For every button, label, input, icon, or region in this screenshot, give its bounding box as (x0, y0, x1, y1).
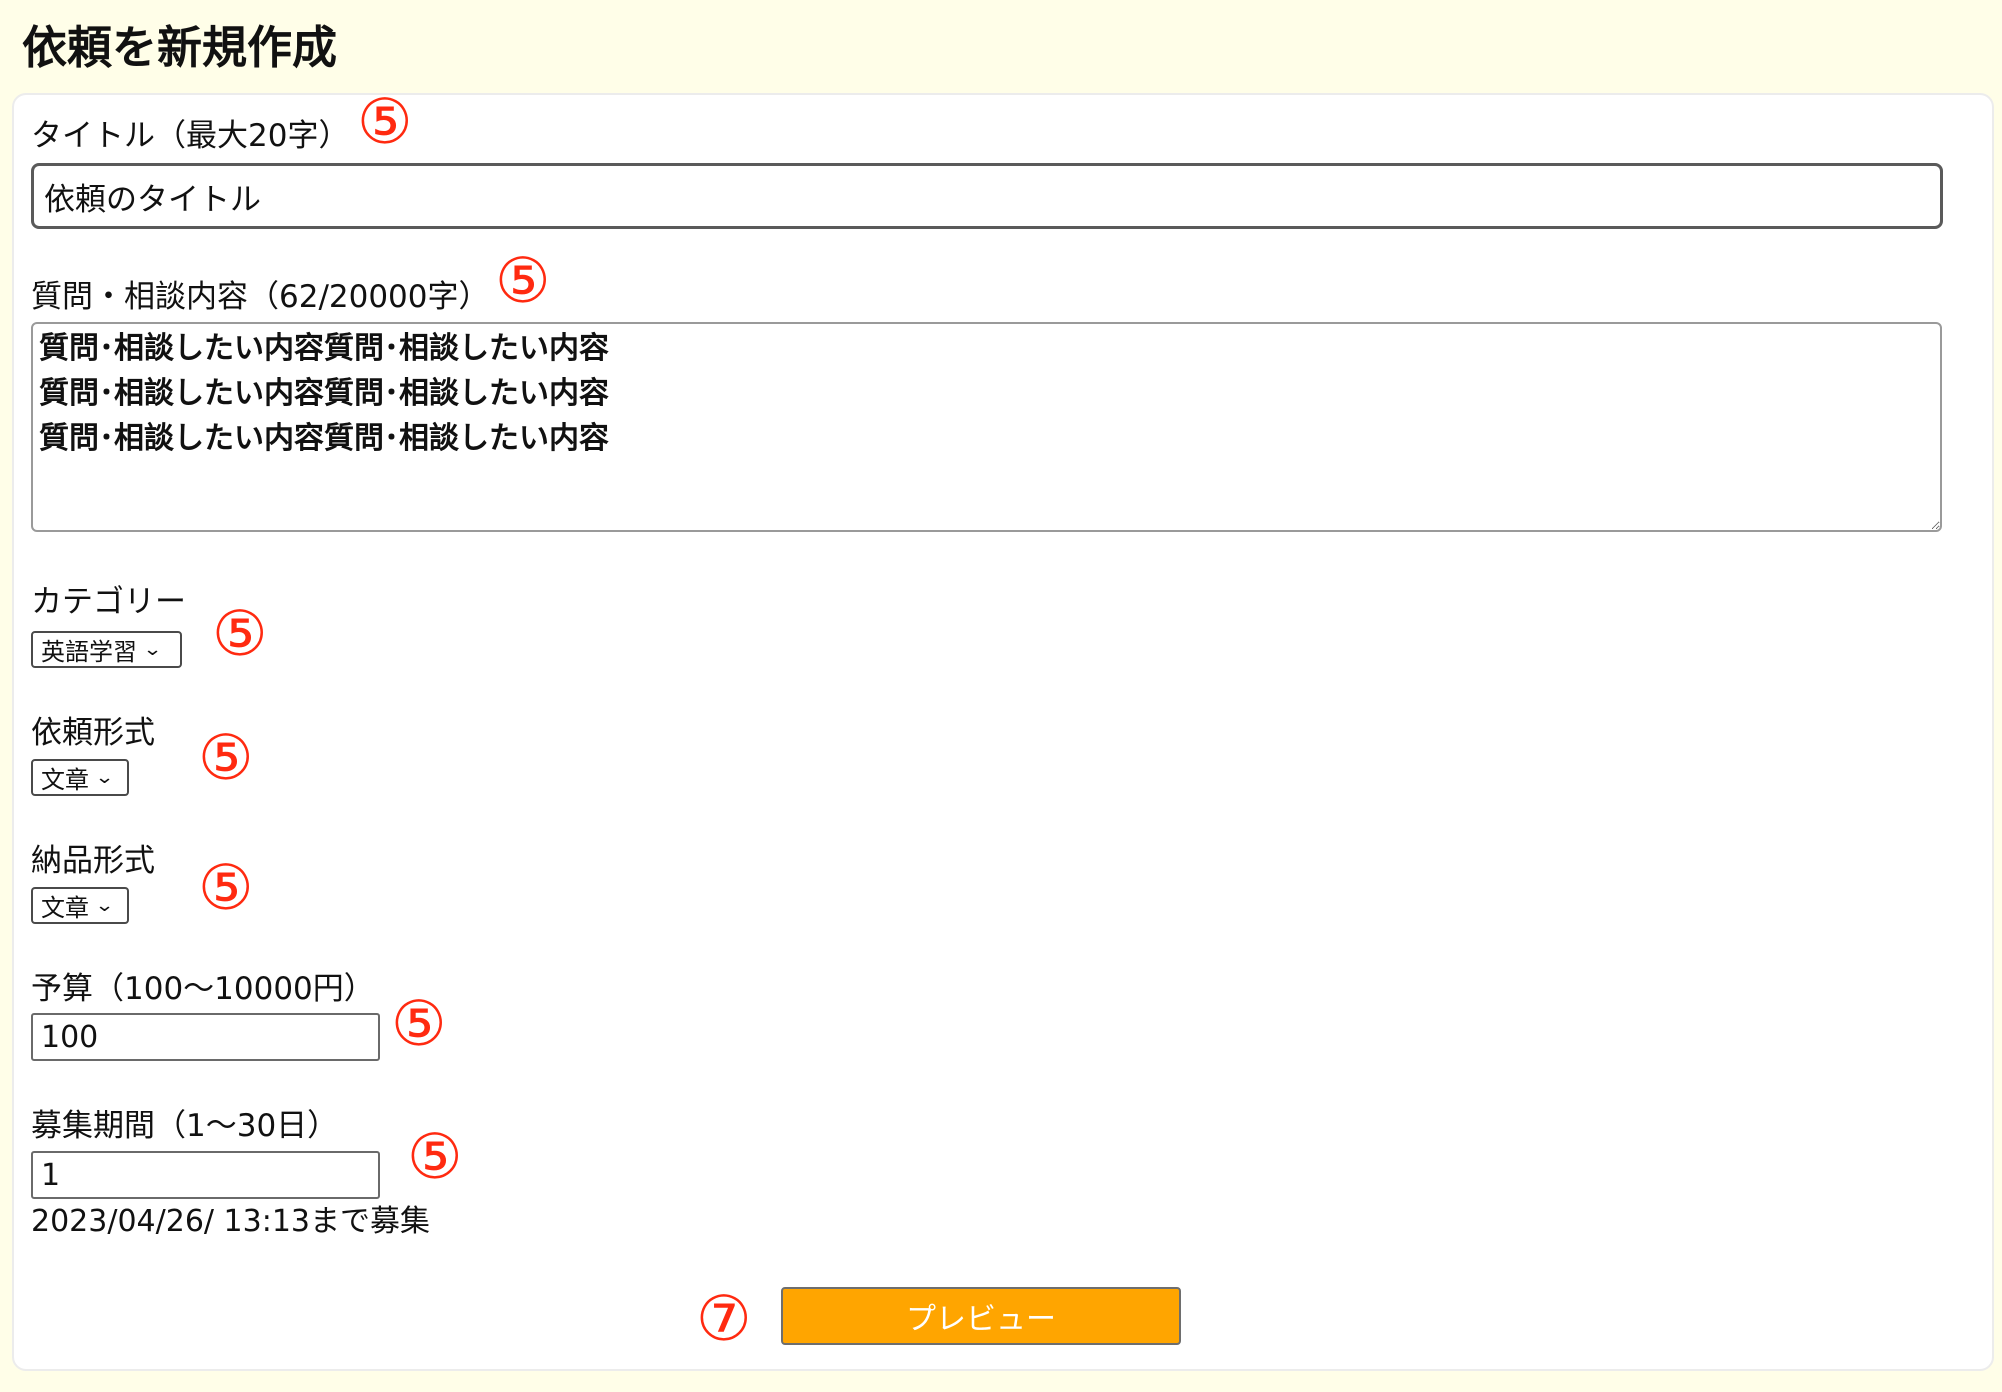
request-format-label: 依頼形式 (31, 715, 155, 751)
annotation-mark-5: ⑤ (198, 721, 254, 794)
budget-input[interactable] (31, 1013, 380, 1061)
category-label: カテゴリー (31, 584, 186, 620)
annotation-mark-5: ⑤ (495, 244, 551, 317)
chevron-down-icon: ⌄ (94, 895, 115, 916)
annotation-mark-5: ⑤ (407, 1120, 463, 1193)
request-format-select-value: 文章 (41, 766, 89, 794)
period-label: 募集期間（1〜30日） (31, 1108, 339, 1144)
category-select[interactable]: 英語学習 ⌄ (31, 631, 182, 668)
annotation-mark-5: ⑤ (357, 85, 413, 158)
title-input[interactable] (31, 163, 1943, 229)
content-textarea[interactable]: 質問･相談したい内容質問･相談したい内容 質問･相談したい内容質問･相談したい内… (31, 322, 1942, 532)
chevron-down-icon: ⌄ (142, 639, 163, 660)
page-title: 依頼を新規作成 (22, 21, 338, 74)
chevron-down-icon: ⌄ (94, 767, 115, 788)
title-label: タイトル（最大20字） (31, 118, 350, 154)
annotation-mark-5: ⑤ (212, 597, 268, 670)
annotation-mark-5: ⑤ (391, 987, 447, 1060)
annotation-mark-5: ⑤ (198, 851, 254, 924)
annotation-mark-7: ⑦ (696, 1282, 752, 1355)
content-label: 質問・相談内容（62/20000字） (31, 279, 490, 315)
period-input[interactable] (31, 1151, 380, 1199)
budget-label: 予算（100〜10000円） (31, 971, 375, 1007)
preview-button[interactable]: プレビュー (781, 1287, 1181, 1345)
deadline-text: 2023/04/26/ 13:13まで募集 (31, 1204, 431, 1239)
delivery-format-select[interactable]: 文章 ⌄ (31, 887, 129, 924)
delivery-format-select-value: 文章 (41, 894, 89, 922)
delivery-format-label: 納品形式 (31, 843, 155, 879)
category-select-value: 英語学習 (41, 638, 137, 666)
request-format-select[interactable]: 文章 ⌄ (31, 759, 129, 796)
